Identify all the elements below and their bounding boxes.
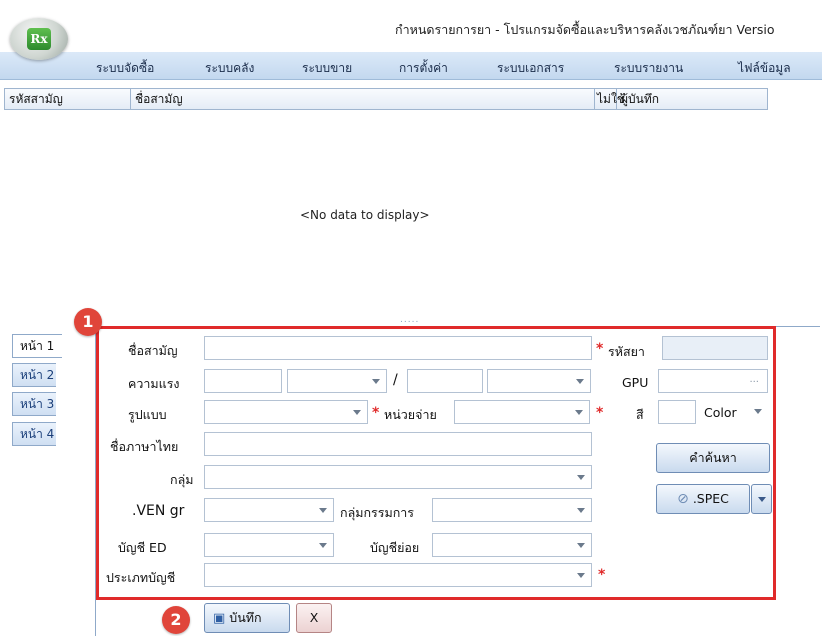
account-type-combo[interactable] (204, 563, 592, 587)
color-combo[interactable]: Color (698, 400, 768, 424)
column-header-recorder[interactable]: ผู้บันทึก (617, 89, 767, 109)
chevron-down-icon (577, 543, 585, 548)
chevron-down-icon (576, 379, 584, 384)
tab-page-3[interactable]: หน้า 3 (12, 392, 56, 416)
menu-reports[interactable]: ระบบรายงาน (614, 59, 683, 78)
color-swatch[interactable] (658, 400, 696, 424)
chevron-down-icon (372, 379, 380, 384)
spec-button-label: .SPEC (692, 491, 729, 506)
required-marker: * (596, 405, 604, 421)
dispensing-unit-combo[interactable] (454, 400, 590, 424)
splitter-grip[interactable]: ..... (400, 315, 419, 325)
step-badge-2: 2 (162, 606, 190, 634)
ven-group-combo[interactable] (204, 498, 334, 522)
tab-page-1[interactable]: หน้า 1 (12, 334, 62, 358)
group-label: กลุ่ม (170, 472, 194, 487)
step-badge-1: 1 (74, 308, 102, 336)
chevron-down-icon (754, 409, 762, 414)
spec-dropdown-button[interactable] (751, 484, 772, 514)
save-button-label: บันทึก (229, 610, 262, 625)
strength-separator: / (393, 372, 398, 388)
account-type-label: ประเภทบัญชี (106, 570, 176, 585)
chevron-down-icon (319, 543, 327, 548)
column-header-inactive[interactable]: ไม่ใช้ (595, 89, 625, 109)
ed-account-label: บัญชี ED (118, 540, 167, 555)
sub-account-combo[interactable] (432, 533, 592, 557)
spec-button[interactable]: ⊘ .SPEC (656, 484, 750, 514)
required-marker: * (596, 341, 604, 357)
dispensing-unit-label: หน่วยจ่าย (384, 407, 437, 422)
chevron-down-icon (575, 410, 583, 415)
save-button[interactable]: ▣ บันทึก (204, 603, 290, 633)
committee-group-combo[interactable] (432, 498, 592, 522)
grid-header: รหัสสามัญ ชื่อสามัญ ไม่ใช้ ผู้บันทึก (4, 88, 768, 110)
dosage-form-label: รูปแบบ (128, 407, 167, 422)
drug-code-field[interactable] (662, 336, 768, 360)
paperclip-icon: ⊘ (677, 491, 689, 507)
strength-label: ความแรง (128, 376, 180, 391)
gpu-label: GPU (622, 375, 649, 390)
menu-settings[interactable]: การตั้งค่า (399, 59, 448, 78)
dosage-form-combo[interactable] (204, 400, 368, 424)
app-logo[interactable]: Rx (10, 18, 68, 60)
committee-group-label: กลุ่มกรรมการ (340, 505, 415, 520)
tab-page-2[interactable]: หน้า 2 (12, 363, 56, 387)
chevron-down-icon (577, 475, 585, 480)
group-combo[interactable] (204, 465, 592, 489)
ellipsis-icon[interactable]: ... (749, 374, 759, 385)
chevron-down-icon (577, 573, 585, 578)
ed-account-combo[interactable] (204, 533, 334, 557)
strength-per-unit-combo[interactable] (487, 369, 591, 393)
drug-code-label: รหัสยา (608, 344, 645, 359)
generic-name-label: ชื่อสามัญ (128, 343, 178, 358)
menu-inventory[interactable]: ระบบคลัง (205, 59, 254, 78)
thai-name-label: ชื่อภาษาไทย (110, 439, 179, 454)
color-label: สี (636, 407, 644, 422)
required-marker: * (598, 567, 606, 583)
required-marker: * (372, 405, 380, 421)
strength-unit-combo[interactable] (287, 369, 387, 393)
menu-documents[interactable]: ระบบเอกสาร (497, 59, 564, 78)
column-header-generic-name[interactable]: ชื่อสามัญ (131, 89, 595, 109)
strength-value-field[interactable] (204, 369, 282, 393)
strength-per-field[interactable] (407, 369, 483, 393)
ven-group-label: .VEN gr (132, 503, 185, 519)
window-title: กำหนดรายการยา - โปรแกรมจัดซื้อและบริหารค… (395, 22, 775, 37)
empty-grid-message: <No data to display> (300, 208, 430, 222)
thai-name-field[interactable] (204, 432, 592, 456)
gpu-field[interactable]: ... (658, 369, 768, 393)
column-header-generic-code[interactable]: รหัสสามัญ (5, 89, 131, 109)
color-value: Color (704, 405, 737, 420)
search-words-button[interactable]: คำค้นหา (656, 443, 770, 473)
chevron-down-icon (319, 508, 327, 513)
floppy-disk-icon: ▣ (213, 611, 226, 626)
menu-purchasing[interactable]: ระบบจัดซื้อ (96, 59, 154, 78)
generic-name-field[interactable] (204, 336, 592, 360)
tab-page-4[interactable]: หน้า 4 (12, 422, 56, 446)
menu-data-files[interactable]: ไฟล์ข้อมูล (738, 59, 791, 78)
chevron-down-icon (353, 410, 361, 415)
sub-account-label: บัญชีย่อย (370, 540, 420, 555)
rx-logo-icon: Rx (27, 28, 51, 50)
chevron-down-icon (758, 497, 766, 502)
chevron-down-icon (577, 508, 585, 513)
page-tabs: หน้า 1 หน้า 2 หน้า 3 หน้า 4 (4, 326, 96, 636)
cancel-button[interactable]: X (296, 603, 332, 633)
menu-sales[interactable]: ระบบขาย (302, 59, 352, 78)
menu-bar: ระบบจัดซื้อ ระบบคลัง ระบบขาย การตั้งค่า … (0, 52, 822, 80)
